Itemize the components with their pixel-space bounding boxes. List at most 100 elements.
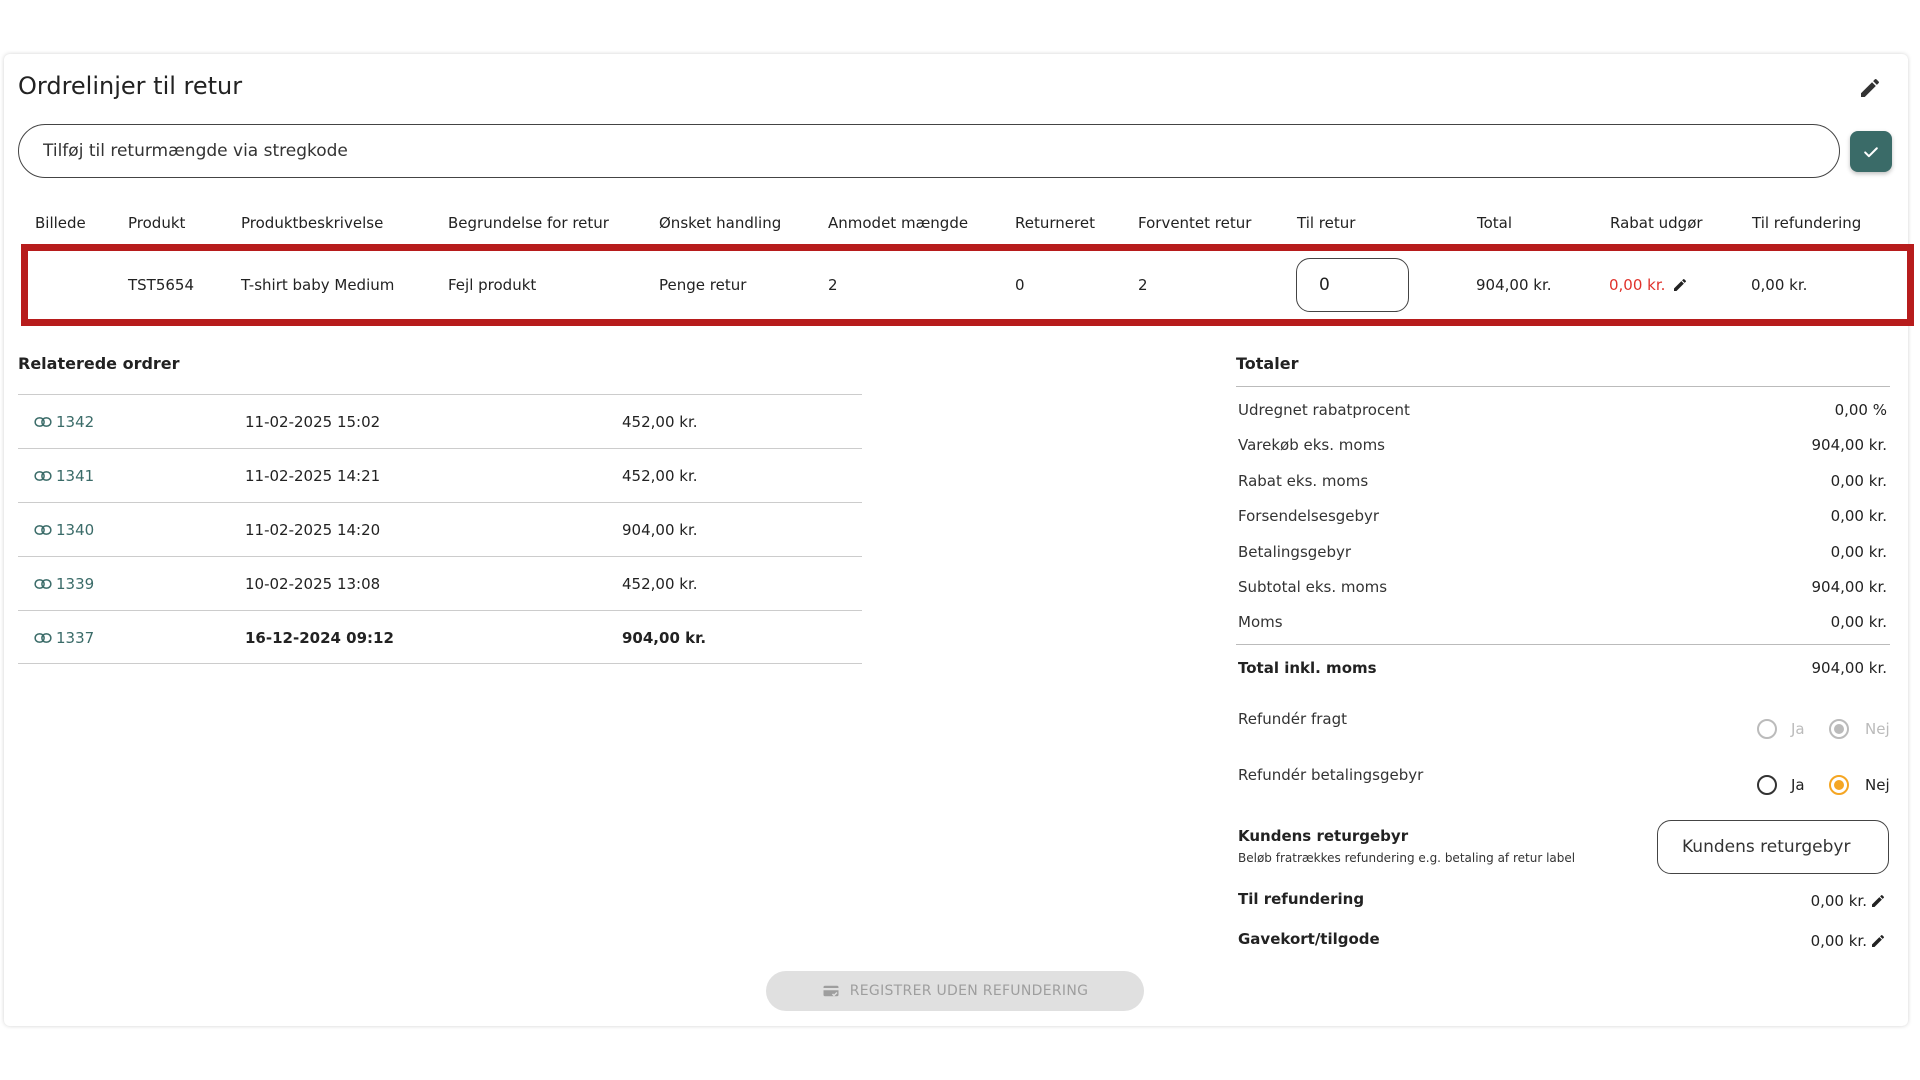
related-order-amount: 904,00 kr. [622,521,698,539]
refund-payment-fee-yes-label: Ja [1791,776,1805,794]
header-discount: Rabat udgør [1610,214,1703,232]
related-order-amount: 452,00 kr. [622,575,698,593]
link-icon [34,579,52,589]
refund-freight-no-label: Nej [1865,720,1890,738]
link-icon [34,525,52,535]
related-order-amount: 904,00 kr. [622,629,707,647]
register-icon [823,985,839,997]
link-icon [34,417,52,427]
related-order-link[interactable]: 1342 [34,413,94,431]
register-without-refund-button[interactable]: REGISTRER UDEN REFUNDERING [766,971,1144,1011]
refund-payment-fee-no-label: Nej [1865,776,1890,794]
total-label: Betalingsgebyr [1238,543,1352,561]
to-return-input[interactable] [1297,259,1408,311]
related-order-link[interactable]: 1339 [34,575,94,593]
to-refund-value: 0,00 kr. [1810,892,1867,910]
refund-freight-yes-radio[interactable] [1757,719,1777,739]
link-icon [34,633,52,643]
total-label: Moms [1238,613,1283,631]
refund-payment-fee-yes-radio[interactable] [1757,775,1777,795]
customer-fee-description: Beløb fratrækkes refundering e.g. betali… [1238,851,1576,865]
total-value: 904,00 kr. [1811,436,1888,454]
related-order-link[interactable]: 1341 [34,467,94,485]
cell-discount: 0,00 kr. [1609,276,1666,294]
related-order-date: 11-02-2025 14:21 [245,467,381,485]
edit-discount-icon[interactable] [1672,277,1688,293]
related-order-id: 1341 [56,467,95,485]
cell-requested: 2 [828,276,838,294]
refund-freight-yes-label: Ja [1791,720,1805,738]
cell-description: T-shirt baby Medium [241,276,395,294]
related-order-date: 11-02-2025 14:20 [245,521,381,539]
check-icon [1864,146,1878,157]
page-title: Ordrelinjer til retur [18,72,243,100]
total-label: Forsendelsesgebyr [1238,507,1380,525]
related-order-link[interactable]: 1340 [34,521,94,539]
cell-refund: 0,00 kr. [1751,276,1808,294]
header-reason: Begrundelse for retur [448,214,609,232]
total-label: Udregnet rabatprocent [1238,401,1410,419]
total-value: 904,00 kr. [1811,578,1888,596]
related-order-date: 10-02-2025 13:08 [245,575,381,593]
refund-payment-fee-no-radio[interactable] [1829,775,1849,795]
header-image: Billede [35,214,86,232]
customer-fee-input[interactable] [1658,821,1888,873]
to-return-field [1296,258,1409,312]
total-value: 0,00 kr. [1830,472,1887,490]
related-order-id: 1337 [56,629,95,647]
related-order-row: 1337 16-12-2024 09:12 904,00 kr. [18,610,862,664]
total-value: 0,00 kr. [1830,613,1887,631]
refund-payment-fee-label: Refundér betalingsgebyr [1238,766,1424,784]
totals-divider [1236,644,1890,645]
header-total: Total [1477,214,1513,232]
total-label: Rabat eks. moms [1238,472,1369,490]
header-expected: Forventet retur [1138,214,1252,232]
total-value: 0,00 % [1834,401,1887,419]
related-order-amount: 452,00 kr. [622,467,698,485]
cell-expected: 2 [1138,276,1148,294]
total-value: 0,00 kr. [1830,543,1887,561]
header-returned: Returneret [1015,214,1095,232]
refund-freight-label: Refundér fragt [1238,710,1347,728]
header-to-return: Til retur [1297,214,1356,232]
cell-product: TST5654 [128,276,195,294]
totals-divider [1236,386,1890,387]
header-requested: Anmodet mængde [828,214,969,232]
edit-refund-icon[interactable] [1870,893,1886,909]
related-order-amount: 452,00 kr. [622,413,698,431]
related-order-date: 11-02-2025 15:02 [245,413,381,431]
related-orders-list: 1342 11-02-2025 15:02 452,00 kr. 1341 11… [18,394,862,664]
to-refund-label: Til refundering [1238,890,1365,908]
barcode-field [18,124,1840,178]
header-product: Produkt [128,214,186,232]
customer-fee-field [1657,820,1889,874]
total-label: Subtotal eks. moms [1238,578,1388,596]
total-incl-value: 904,00 kr. [1811,659,1888,677]
totals-title: Totaler [1236,354,1299,373]
related-order-id: 1342 [56,413,95,431]
related-order-row: 1339 10-02-2025 13:08 452,00 kr. [18,556,862,610]
related-order-row: 1341 11-02-2025 14:21 452,00 kr. [18,448,862,502]
total-value: 0,00 kr. [1830,507,1887,525]
related-order-id: 1339 [56,575,95,593]
total-incl-label: Total inkl. moms [1238,659,1377,677]
related-order-link[interactable]: 1337 [34,629,94,647]
confirm-barcode-button[interactable] [1850,131,1892,172]
header-action: Ønsket handling [659,214,782,232]
gift-card-label: Gavekort/tilgode [1238,930,1380,948]
related-order-id: 1340 [56,521,95,539]
customer-fee-label: Kundens returgebyr [1238,827,1409,845]
edit-gift-card-icon[interactable] [1870,933,1886,949]
total-label: Varekøb eks. moms [1238,436,1385,454]
related-order-row: 1340 11-02-2025 14:20 904,00 kr. [18,502,862,556]
barcode-input[interactable] [19,125,1839,177]
cell-reason: Fejl produkt [448,276,537,294]
pencil-icon[interactable] [1858,76,1882,100]
cell-action: Penge retur [659,276,747,294]
related-order-row: 1342 11-02-2025 15:02 452,00 kr. [18,394,862,448]
link-icon [34,471,52,481]
gift-card-value: 0,00 kr. [1810,932,1867,950]
header-description: Produktbeskrivelse [241,214,384,232]
cell-returned: 0 [1015,276,1025,294]
refund-freight-no-radio[interactable] [1829,719,1849,739]
